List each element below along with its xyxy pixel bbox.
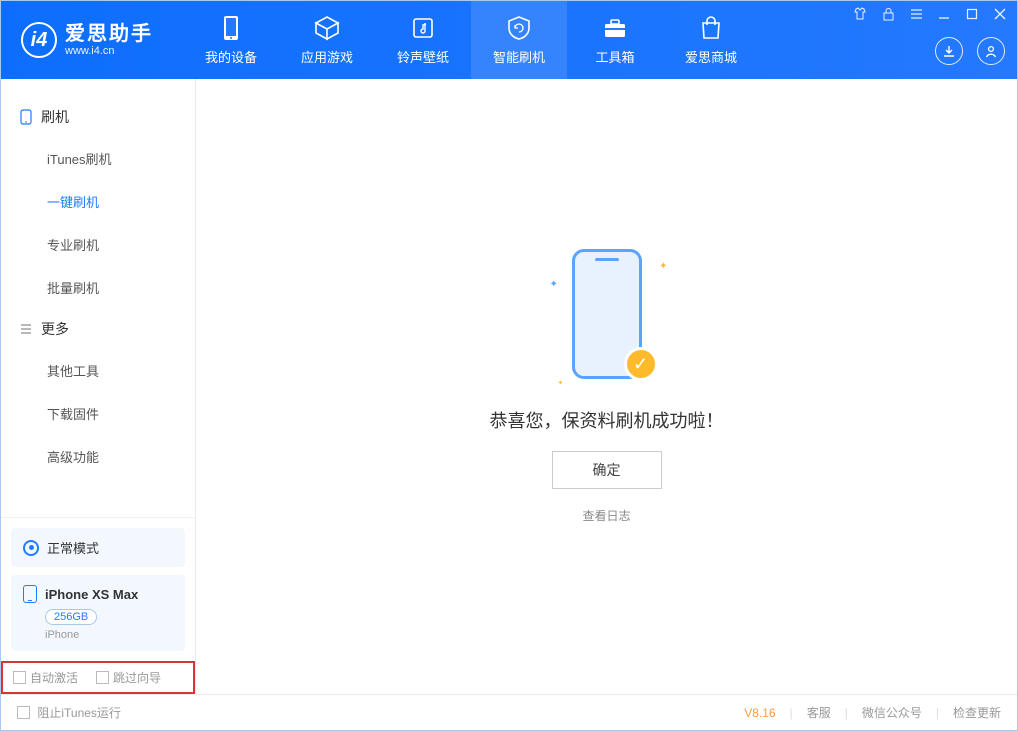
check-badge-icon: ✓ [624, 347, 658, 381]
sparkle-icon: ✦ [550, 279, 558, 290]
sidebar-item-pro-flash[interactable]: 专业刷机 [1, 223, 195, 266]
shirt-icon[interactable] [851, 5, 869, 23]
header-tabs: 我的设备 应用游戏 铃声壁纸 智能刷机 工具箱 爱思商城 [183, 1, 759, 79]
group-title: 刷机 [41, 107, 69, 127]
group-title: 更多 [41, 319, 69, 339]
logo-area: i4 爱思助手 www.i4.cn [1, 22, 173, 58]
ok-button[interactable]: 确定 [552, 451, 662, 489]
sidebar: 刷机 iTunes刷机 一键刷机 专业刷机 批量刷机 更多 其他工具 下载固件 … [1, 79, 196, 694]
cube-icon [314, 15, 340, 41]
app-title: 爱思助手 [65, 23, 153, 45]
tab-my-device[interactable]: 我的设备 [183, 1, 279, 79]
version-label: V8.16 [744, 706, 775, 720]
shopping-bag-icon [698, 15, 724, 41]
shield-refresh-icon [506, 15, 532, 41]
sidebar-item-other-tools[interactable]: 其他工具 [1, 349, 195, 392]
customer-service-link[interactable]: 客服 [807, 704, 831, 721]
flash-options-row: 自动激活 跳过向导 [1, 661, 195, 694]
status-text: 正常模式 [47, 538, 99, 557]
tab-label: 我的设备 [205, 47, 257, 66]
body: 刷机 iTunes刷机 一键刷机 专业刷机 批量刷机 更多 其他工具 下载固件 … [1, 79, 1017, 694]
menu-icon[interactable] [907, 5, 925, 23]
app-header: i4 爱思助手 www.i4.cn 我的设备 应用游戏 铃声壁纸 智能刷机 工具… [1, 1, 1017, 79]
sparkle-icon: ✦ [558, 379, 564, 387]
tab-label: 应用游戏 [301, 47, 353, 66]
main-content: ✦ ✦ ✦ ✓ 恭喜您，保资料刷机成功啦！ 确定 查看日志 [196, 79, 1017, 694]
tab-ringtones-wallpapers[interactable]: 铃声壁纸 [375, 1, 471, 79]
view-log-link[interactable]: 查看日志 [582, 507, 630, 524]
download-button[interactable] [935, 37, 963, 65]
sidebar-item-batch-flash[interactable]: 批量刷机 [1, 266, 195, 309]
storage-pill: 256GB [45, 609, 97, 625]
mode-status[interactable]: 正常模式 [11, 528, 185, 567]
auto-activate-checkbox[interactable]: 自动激活 [13, 669, 78, 686]
sidebar-item-itunes-flash[interactable]: iTunes刷机 [1, 137, 195, 180]
device-icon [218, 15, 244, 41]
device-info[interactable]: iPhone XS Max 256GB iPhone [11, 575, 185, 651]
minimize-button[interactable] [935, 5, 953, 23]
phone-icon [23, 585, 37, 603]
sidebar-item-advanced[interactable]: 高级功能 [1, 435, 195, 478]
tab-label: 智能刷机 [493, 47, 545, 66]
phone-success-illustration: ✦ ✦ ✦ ✓ [552, 249, 662, 389]
close-button[interactable] [991, 5, 1009, 23]
block-itunes-checkbox[interactable]: 阻止iTunes运行 [17, 704, 121, 721]
success-message: 恭喜您，保资料刷机成功啦！ [490, 407, 724, 433]
maximize-button[interactable] [963, 5, 981, 23]
sidebar-bottom: 正常模式 iPhone XS Max 256GB iPhone [1, 517, 195, 661]
tab-smart-flash[interactable]: 智能刷机 [471, 1, 567, 79]
app-logo-icon: i4 [21, 22, 57, 58]
sidebar-item-download-firmware[interactable]: 下载固件 [1, 392, 195, 435]
sidebar-group-more: 更多 [1, 309, 195, 349]
check-update-link[interactable]: 检查更新 [953, 704, 1001, 721]
tab-label: 工具箱 [595, 47, 634, 66]
window-controls [851, 5, 1009, 23]
phone-icon [19, 110, 33, 124]
tab-store[interactable]: 爱思商城 [663, 1, 759, 79]
user-button[interactable] [977, 37, 1005, 65]
header-right-icons [935, 37, 1005, 65]
device-type: iPhone [45, 629, 173, 641]
tab-apps-games[interactable]: 应用游戏 [279, 1, 375, 79]
tab-toolbox[interactable]: 工具箱 [567, 1, 663, 79]
wechat-link[interactable]: 微信公众号 [862, 704, 922, 721]
device-name: iPhone XS Max [45, 587, 138, 602]
skip-guide-checkbox[interactable]: 跳过向导 [96, 669, 161, 686]
lock-icon[interactable] [879, 5, 897, 23]
music-note-icon [410, 15, 436, 41]
status-dot-icon [23, 540, 39, 556]
tab-label: 爱思商城 [685, 47, 737, 66]
app-url: www.i4.cn [65, 45, 153, 57]
toolbox-icon [602, 15, 628, 41]
footer: 阻止iTunes运行 V8.16 | 客服 | 微信公众号 | 检查更新 [1, 694, 1017, 730]
sidebar-group-flash: 刷机 [1, 97, 195, 137]
tab-label: 铃声壁纸 [397, 47, 449, 66]
sparkle-icon: ✦ [659, 261, 667, 272]
list-icon [19, 322, 33, 336]
sidebar-item-oneclick-flash[interactable]: 一键刷机 [1, 180, 195, 223]
